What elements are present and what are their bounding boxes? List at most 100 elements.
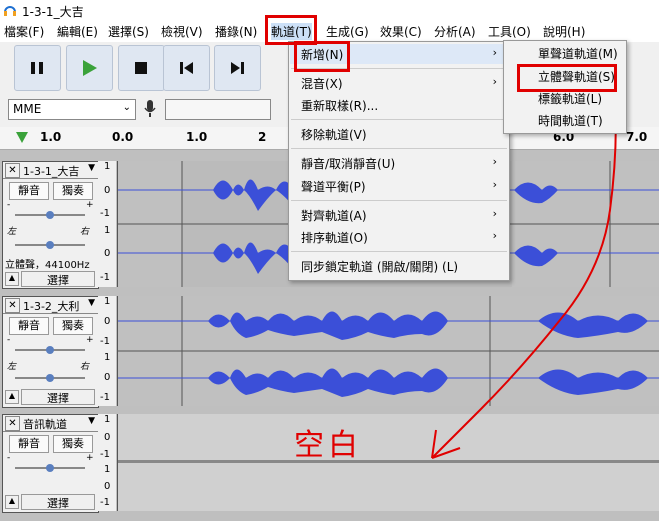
track-name[interactable]: 1-3-2_大利	[23, 298, 79, 314]
track-menu-icon[interactable]: ▼	[88, 163, 95, 173]
scale-label: 1	[104, 296, 111, 307]
menu-item-sort-tracks[interactable]: 排序軌道(O)	[301, 229, 368, 246]
menu-transport[interactable]: 播錄(N)	[215, 23, 257, 40]
menu-select[interactable]: 選擇(S)	[108, 23, 149, 40]
play-head-icon	[16, 132, 28, 143]
mute-button[interactable]: 靜音	[9, 317, 49, 335]
ruler-tick: 0.0	[112, 130, 134, 144]
play-button[interactable]	[66, 45, 113, 91]
skip-start-icon	[180, 62, 193, 74]
track-name[interactable]: 1-3-1_大吉	[23, 163, 79, 179]
menu-item-time-track[interactable]: 時間軌道(T)	[538, 112, 603, 129]
gain-plus-label: +	[86, 200, 94, 210]
gain-minus-label: -	[7, 335, 11, 345]
gain-slider-knob[interactable]	[46, 346, 54, 354]
gain-plus-label: +	[86, 453, 94, 463]
solo-button[interactable]: 獨奏	[53, 182, 93, 200]
menu-generate[interactable]: 生成(G)	[326, 23, 369, 40]
scale-label: 1	[104, 225, 111, 236]
pan-slider-knob[interactable]	[46, 241, 54, 249]
gain-slider-knob[interactable]	[46, 464, 54, 472]
chevron-down-icon: ⌄	[122, 102, 131, 113]
scale-label: -1	[100, 449, 110, 460]
skip-end-icon	[231, 62, 244, 74]
track-menu-icon[interactable]: ▼	[88, 298, 95, 308]
menu-separator	[291, 200, 507, 201]
menu-separator	[291, 251, 507, 252]
select-track-button[interactable]: 選擇	[21, 271, 95, 287]
submenu-arrow-icon: ›	[492, 75, 497, 88]
menu-tools[interactable]: 工具(O)	[488, 23, 531, 40]
stop-button[interactable]	[118, 45, 165, 91]
tracks-menu: 新增(N) › 混音(X) › 重新取樣(R)... 移除軌道(V) 靜音/取消…	[288, 41, 510, 281]
annotation-blank-text: 空白	[294, 428, 362, 463]
menu-item-resample[interactable]: 重新取樣(R)...	[301, 97, 378, 114]
track-name-bar: ✕ 音訊軌道 ▼	[3, 415, 98, 432]
menu-view[interactable]: 檢視(V)	[161, 23, 203, 40]
gain-slider-knob[interactable]	[46, 211, 54, 219]
collapse-track-icon[interactable]: ▲	[5, 272, 19, 286]
mute-button[interactable]: 靜音	[9, 182, 49, 200]
mute-button[interactable]: 靜音	[9, 435, 49, 453]
menu-file[interactable]: 檔案(F)	[4, 23, 44, 40]
menu-effect[interactable]: 效果(C)	[380, 23, 422, 40]
submenu-arrow-icon: ›	[492, 155, 497, 168]
highlight-stereo-track	[517, 64, 617, 92]
microphone-icon	[144, 100, 156, 117]
gain-plus-label: +	[86, 335, 94, 345]
scale-label: -1	[100, 497, 110, 508]
track-name[interactable]: 音訊軌道	[23, 416, 67, 432]
track-control-panel: ✕ 音訊軌道 ▼ 靜音 獨奏 - + ▲ 選擇	[2, 414, 99, 513]
audacity-icon	[4, 6, 16, 16]
pause-button[interactable]	[14, 45, 61, 91]
close-track-button[interactable]: ✕	[5, 298, 20, 313]
pan-slider[interactable]	[15, 374, 85, 382]
pan-slider-knob[interactable]	[46, 374, 54, 382]
play-icon	[83, 60, 97, 76]
menu-analyze[interactable]: 分析(A)	[434, 23, 476, 40]
audio-host-select[interactable]: MME ⌄	[8, 99, 136, 120]
collapse-track-icon[interactable]: ▲	[5, 495, 19, 509]
menu-item-label-track[interactable]: 標籤軌道(L)	[538, 90, 602, 107]
ruler-tick: 1.0	[186, 130, 208, 144]
close-track-button[interactable]: ✕	[5, 416, 20, 431]
menu-help[interactable]: 說明(H)	[543, 23, 585, 40]
solo-button[interactable]: 獨奏	[53, 435, 93, 453]
menu-item-mix[interactable]: 混音(X)	[301, 75, 343, 92]
gain-slider[interactable]	[15, 464, 85, 472]
pan-slider[interactable]	[15, 241, 85, 249]
pause-icon	[31, 62, 43, 74]
gain-slider[interactable]	[15, 211, 85, 219]
gain-minus-label: -	[7, 453, 11, 463]
title-bar: 1-3-1_大吉	[0, 0, 659, 20]
select-track-button[interactable]: 選擇	[21, 494, 95, 510]
skip-end-button[interactable]	[214, 45, 261, 91]
ruler-tick: 2	[258, 130, 267, 144]
scale-label: 1	[104, 161, 111, 172]
select-track-button[interactable]: 選擇	[21, 389, 95, 405]
scale-label: -1	[100, 208, 110, 219]
menu-item-mute-unmute[interactable]: 靜音/取消靜音(U)	[301, 155, 395, 172]
menu-separator	[291, 148, 507, 149]
menu-item-sync-lock[interactable]: 同步鎖定軌道 (開啟/關閉) (L)	[301, 258, 458, 275]
collapse-track-icon[interactable]: ▲	[5, 390, 19, 404]
menu-edit[interactable]: 編輯(E)	[57, 23, 98, 40]
menu-item-mono-track[interactable]: 單聲道軌道(M)	[538, 45, 618, 62]
menu-item-remove-tracks[interactable]: 移除軌道(V)	[301, 126, 367, 143]
submenu-arrow-icon: ›	[492, 178, 497, 191]
track-name-bar: ✕ 1-3-1_大吉 ▼	[3, 162, 98, 179]
track-menu-icon[interactable]: ▼	[88, 416, 95, 426]
scale-label: 0	[104, 432, 111, 443]
submenu-arrow-icon: ›	[492, 207, 497, 220]
menu-item-pan[interactable]: 聲道平衡(P)	[301, 178, 366, 195]
solo-button[interactable]: 獨奏	[53, 317, 93, 335]
close-track-button[interactable]: ✕	[5, 163, 20, 178]
gain-slider[interactable]	[15, 346, 85, 354]
skip-start-button[interactable]	[163, 45, 210, 91]
pan-right-label: 右	[80, 227, 90, 237]
scale-label: 0	[104, 372, 111, 383]
recording-device-select[interactable]	[165, 99, 271, 120]
scale-label: 1	[104, 414, 111, 425]
menu-item-align-tracks[interactable]: 對齊軌道(A)	[301, 207, 367, 224]
track-control-panel: ✕ 1-3-1_大吉 ▼ 靜音 獨奏 - + 左 右 立體聲，44100Hz ▲…	[2, 161, 99, 289]
